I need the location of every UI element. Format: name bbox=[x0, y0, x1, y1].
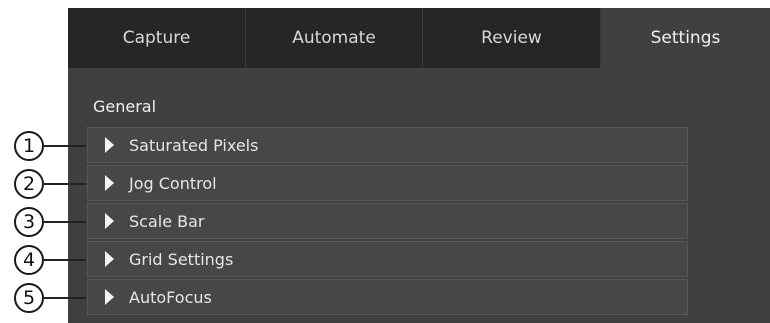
section-row-saturated-pixels[interactable]: Saturated Pixels bbox=[87, 127, 688, 163]
tab-automate[interactable]: Automate bbox=[246, 8, 423, 68]
tab-review[interactable]: Review bbox=[423, 8, 601, 68]
callout-leader-line bbox=[44, 183, 86, 185]
callout-leader-line bbox=[44, 297, 86, 299]
row-label: Grid Settings bbox=[129, 249, 234, 269]
callout-leader-line bbox=[44, 221, 86, 223]
callout-marker: 2 bbox=[14, 169, 44, 199]
callout-leader-line bbox=[44, 259, 86, 261]
tab-settings[interactable]: Settings bbox=[601, 8, 770, 68]
row-label: Saturated Pixels bbox=[129, 135, 259, 155]
tab-bar: Capture Automate Review Settings bbox=[68, 8, 770, 68]
callout-marker: 1 bbox=[14, 131, 44, 161]
row-label: Jog Control bbox=[129, 173, 217, 193]
settings-list: Saturated Pixels Jog Control Scale Bar G… bbox=[87, 127, 688, 317]
section-row-jog-control[interactable]: Jog Control bbox=[87, 165, 688, 201]
screenshot-stage: Capture Automate Review Settings General… bbox=[0, 0, 770, 323]
tab-capture[interactable]: Capture bbox=[68, 8, 246, 68]
caret-right-icon[interactable] bbox=[105, 213, 114, 229]
callout-marker: 4 bbox=[14, 245, 44, 275]
caret-right-icon[interactable] bbox=[105, 175, 114, 191]
section-row-scale-bar[interactable]: Scale Bar bbox=[87, 203, 688, 239]
callout-leader-line bbox=[44, 145, 86, 147]
caret-right-icon[interactable] bbox=[105, 289, 114, 305]
row-label: Scale Bar bbox=[129, 211, 205, 231]
section-row-grid-settings[interactable]: Grid Settings bbox=[87, 241, 688, 277]
caret-right-icon[interactable] bbox=[105, 251, 114, 267]
section-row-autofocus[interactable]: AutoFocus bbox=[87, 279, 688, 315]
callout-marker: 5 bbox=[14, 283, 44, 313]
callout-marker: 3 bbox=[14, 207, 44, 237]
row-label: AutoFocus bbox=[129, 287, 212, 307]
settings-panel: Capture Automate Review Settings General… bbox=[68, 8, 770, 323]
caret-right-icon[interactable] bbox=[105, 137, 114, 153]
section-title: General bbox=[93, 97, 157, 116]
